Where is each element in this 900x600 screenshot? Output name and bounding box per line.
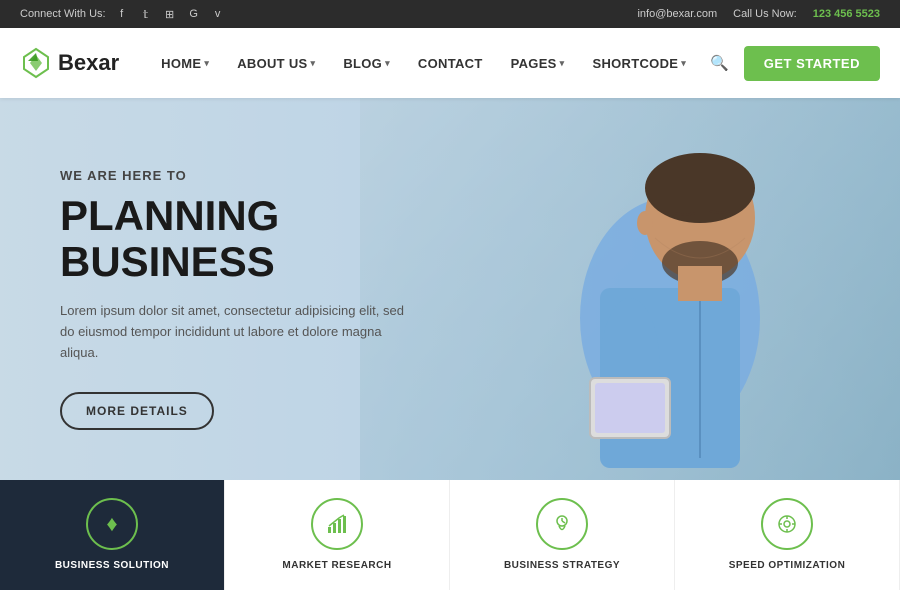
logo[interactable]: Bexar (20, 47, 119, 79)
nav-contact[interactable]: CONTACT (406, 48, 495, 79)
top-bar-right: info@bexar.com Call Us Now: 123 456 5523 (637, 8, 880, 20)
service-card-0: ♦ BUSINESS SOLUTION (0, 480, 225, 590)
service-icon-1 (311, 498, 363, 550)
nav-blog-arrow: ▾ (385, 58, 390, 69)
nav-about[interactable]: ABOUT US ▾ (225, 48, 327, 79)
main-nav: HOME ▾ ABOUT US ▾ BLOG ▾ CONTACT PAGES ▾… (149, 46, 744, 80)
nav-shortcode-arrow: ▾ (681, 58, 686, 69)
header: Bexar HOME ▾ ABOUT US ▾ BLOG ▾ CONTACT P… (0, 28, 900, 98)
hero-subtitle: WE ARE HERE TO (60, 168, 480, 183)
service-card-3: SPEED OPTIMIZATION (675, 480, 900, 590)
search-icon[interactable]: 🔍 (702, 46, 737, 80)
hero-description: Lorem ipsum dolor sit amet, consectetur … (60, 301, 420, 363)
service-icon-3 (761, 498, 813, 550)
service-card-1: MARKET RESEARCH (225, 480, 450, 590)
social-rss[interactable]: ⊞ (162, 6, 178, 22)
service-label-0: BUSINESS SOLUTION (55, 560, 169, 572)
social-twitter[interactable]: 𝕥 (138, 6, 154, 22)
service-icon-0: ♦ (86, 498, 138, 550)
service-label-2: BUSINESS STRATEGY (504, 560, 620, 572)
hero-title: PLANNING BUSINESS (60, 193, 480, 285)
hero-section: WE ARE HERE TO PLANNING BUSINESS Lorem i… (0, 98, 900, 490)
nav-pages[interactable]: PAGES ▾ (499, 48, 577, 79)
connect-label: Connect With Us: (20, 8, 106, 20)
logo-icon (20, 47, 52, 79)
nav-shortcode[interactable]: SHORTCODE ▾ (580, 48, 698, 79)
top-bar: Connect With Us: f 𝕥 ⊞ G v info@bexar.co… (0, 0, 900, 28)
social-facebook[interactable]: f (114, 6, 130, 22)
email-text: info@bexar.com (637, 8, 717, 20)
service-label-1: MARKET RESEARCH (282, 560, 391, 572)
nav-about-arrow: ▾ (310, 58, 315, 69)
services-row: ♦ BUSINESS SOLUTION MARKET RESEARCH BUSI… (0, 480, 900, 590)
service-label-3: SPEED OPTIMIZATION (729, 560, 846, 572)
service-icon-2 (536, 498, 588, 550)
nav-home-arrow: ▾ (204, 58, 209, 69)
nav-pages-arrow: ▾ (560, 58, 565, 69)
get-started-button[interactable]: GET STARTED (744, 46, 880, 81)
hero-person-image (500, 118, 840, 488)
nav-home[interactable]: HOME ▾ (149, 48, 221, 79)
hero-content: WE ARE HERE TO PLANNING BUSINESS Lorem i… (60, 168, 480, 430)
service-card-2: BUSINESS STRATEGY (450, 480, 675, 590)
phone-number: 123 456 5523 (813, 8, 880, 20)
social-vimeo[interactable]: v (210, 6, 226, 22)
call-label: Call Us Now: (733, 8, 797, 20)
logo-text: Bexar (58, 50, 119, 76)
nav-blog[interactable]: BLOG ▾ (331, 48, 402, 79)
top-bar-left: Connect With Us: f 𝕥 ⊞ G v (20, 6, 226, 22)
social-google[interactable]: G (186, 6, 202, 22)
more-details-button[interactable]: MORE DETAILS (60, 392, 214, 430)
